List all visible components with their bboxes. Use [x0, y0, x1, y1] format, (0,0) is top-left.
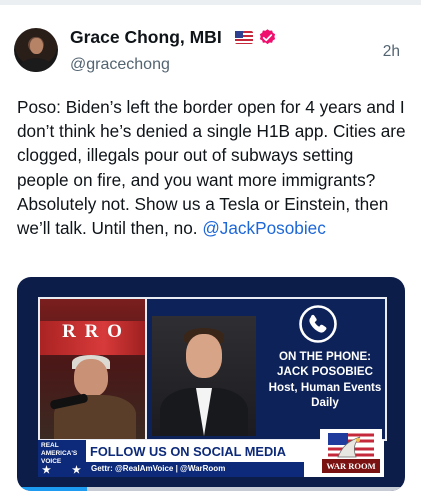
background-sign: R R O: [40, 321, 146, 355]
avatar-body: [20, 58, 52, 72]
us-flag-icon: [235, 31, 253, 44]
phone-icon: [299, 305, 337, 343]
guest-photo: [152, 316, 256, 436]
top-divider: [0, 0, 421, 5]
video-progress-fill: [17, 487, 87, 491]
avatar[interactable]: [14, 28, 58, 72]
verified-badge-icon: [259, 29, 276, 45]
real-americas-voice-logo: REAL AMERICA'S VOICE ★ ★: [38, 440, 86, 477]
host-head: [74, 359, 108, 397]
post-timestamp[interactable]: 2h: [383, 43, 400, 61]
caption-line-3: Host, Human Events: [268, 380, 382, 394]
eagle-flag-icon: [328, 431, 374, 459]
logo-line-1: REAL: [41, 442, 59, 449]
caption-line-1: ON THE PHONE:: [278, 350, 372, 363]
star-icon: ★: [72, 465, 81, 476]
banner-title: FOLLOW US ON SOCIAL MEDIA: [90, 444, 286, 459]
guest-head: [186, 334, 222, 378]
caption-line-2: JACK POSOBIEC: [277, 365, 373, 379]
author-name[interactable]: Grace Chong, MBI: [70, 27, 222, 48]
star-icon: ★: [42, 465, 51, 476]
logo-line-2: AMERICA'S: [41, 450, 78, 457]
banner-strip: Gettr: @RealAmVoice | @WarRoom: [86, 462, 304, 477]
caption-line-4: Daily: [311, 396, 339, 410]
video-player[interactable]: R R O ON THE PHONE: JACK POSOBIEC Host, …: [17, 277, 405, 491]
banner-subtitle: Gettr: @RealAmVoice | @WarRoom: [91, 464, 226, 473]
post-text: Poso: Biden’s left the border open for 4…: [17, 95, 409, 240]
war-room-logo: WAR ROOM: [320, 429, 382, 477]
mention-link[interactable]: @JackPosobiec: [202, 218, 326, 238]
guest-caption: ON THE PHONE: JACK POSOBIEC Host, Human …: [265, 349, 385, 411]
post-body-text: Poso: Biden’s left the border open for 4…: [17, 97, 406, 239]
host-video-frame: R R O: [38, 297, 148, 441]
guest-video-frame: ON THE PHONE: JACK POSOBIEC Host, Human …: [145, 297, 387, 441]
video-progress-bar[interactable]: [17, 487, 405, 491]
author-handle[interactable]: @gracechong: [70, 56, 170, 74]
war-room-logo-text: WAR ROOM: [322, 459, 380, 473]
avatar-face: [30, 38, 43, 54]
